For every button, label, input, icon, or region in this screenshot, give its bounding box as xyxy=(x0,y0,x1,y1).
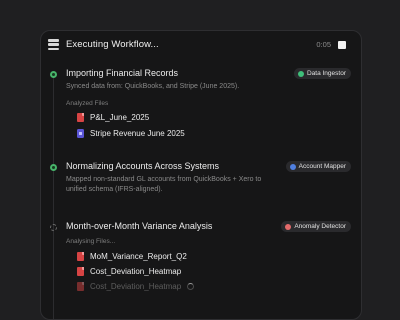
elapsed-timer: 0:05 xyxy=(316,40,331,49)
file-name: P&L_June_2025 xyxy=(90,113,150,122)
agent-badge-data-ingestor: Data Ingestor xyxy=(293,68,351,79)
file-item[interactable]: Stripe Revenue June 2025 xyxy=(77,129,185,138)
file-name: Cost_Deviation_Heatmap xyxy=(90,267,182,276)
step-complete-icon xyxy=(50,71,57,78)
agent-label: Anomaly Detector xyxy=(294,223,346,230)
timeline-rail xyxy=(53,76,54,319)
step-title: Month-over-Month Variance Analysis xyxy=(66,221,213,231)
workflow-stack-icon xyxy=(48,39,59,50)
agent-dot-icon xyxy=(285,223,292,230)
file-item[interactable]: Cost_Deviation_Heatmap xyxy=(77,267,181,276)
pdf-file-icon xyxy=(77,282,84,291)
file-item[interactable]: P&L_June_2025 xyxy=(77,113,149,122)
files-section-label: Analysing Files... xyxy=(66,238,116,245)
loading-spinner-icon xyxy=(187,283,195,290)
stripe-icon xyxy=(77,129,84,138)
pdf-file-icon xyxy=(77,267,84,276)
step-description: Mapped non-standard GL accounts from Qui… xyxy=(66,176,262,193)
files-section-label: Analyzed Files xyxy=(66,100,109,107)
workflow-title: Executing Workflow... xyxy=(66,39,159,50)
pdf-file-icon xyxy=(77,113,84,122)
step-title: Importing Financial Records xyxy=(66,68,179,78)
stop-icon[interactable] xyxy=(338,40,346,49)
step-description: Synced data from: QuickBooks, and Stripe… xyxy=(66,83,240,90)
step-in-progress-icon xyxy=(50,224,57,231)
workflow-panel: Executing Workflow... 0:05 Importing Fin… xyxy=(40,30,362,320)
panel-header: Executing Workflow... 0:05 xyxy=(41,31,361,59)
agent-badge-account-mapper: Account Mapper xyxy=(285,161,351,172)
step-title: Normalizing Accounts Across Systems xyxy=(66,161,220,171)
agent-label: Data Ingestor xyxy=(306,70,346,77)
agent-label: Account Mapper xyxy=(298,163,346,170)
file-item-loading: Cost_Deviation_Heatmap xyxy=(77,282,195,291)
agent-badge-anomaly-detector: Anomaly Detector xyxy=(281,221,351,232)
agent-dot-icon xyxy=(297,70,304,77)
file-name: MoM_Variance_Report_Q2 xyxy=(90,252,187,261)
file-item[interactable]: MoM_Variance_Report_Q2 xyxy=(77,252,187,261)
step-complete-icon xyxy=(50,164,57,171)
pdf-file-icon xyxy=(77,252,84,261)
agent-dot-icon xyxy=(289,163,296,170)
file-name: Stripe Revenue June 2025 xyxy=(90,129,185,138)
file-name: Cost_Deviation_Heatmap xyxy=(90,282,182,291)
